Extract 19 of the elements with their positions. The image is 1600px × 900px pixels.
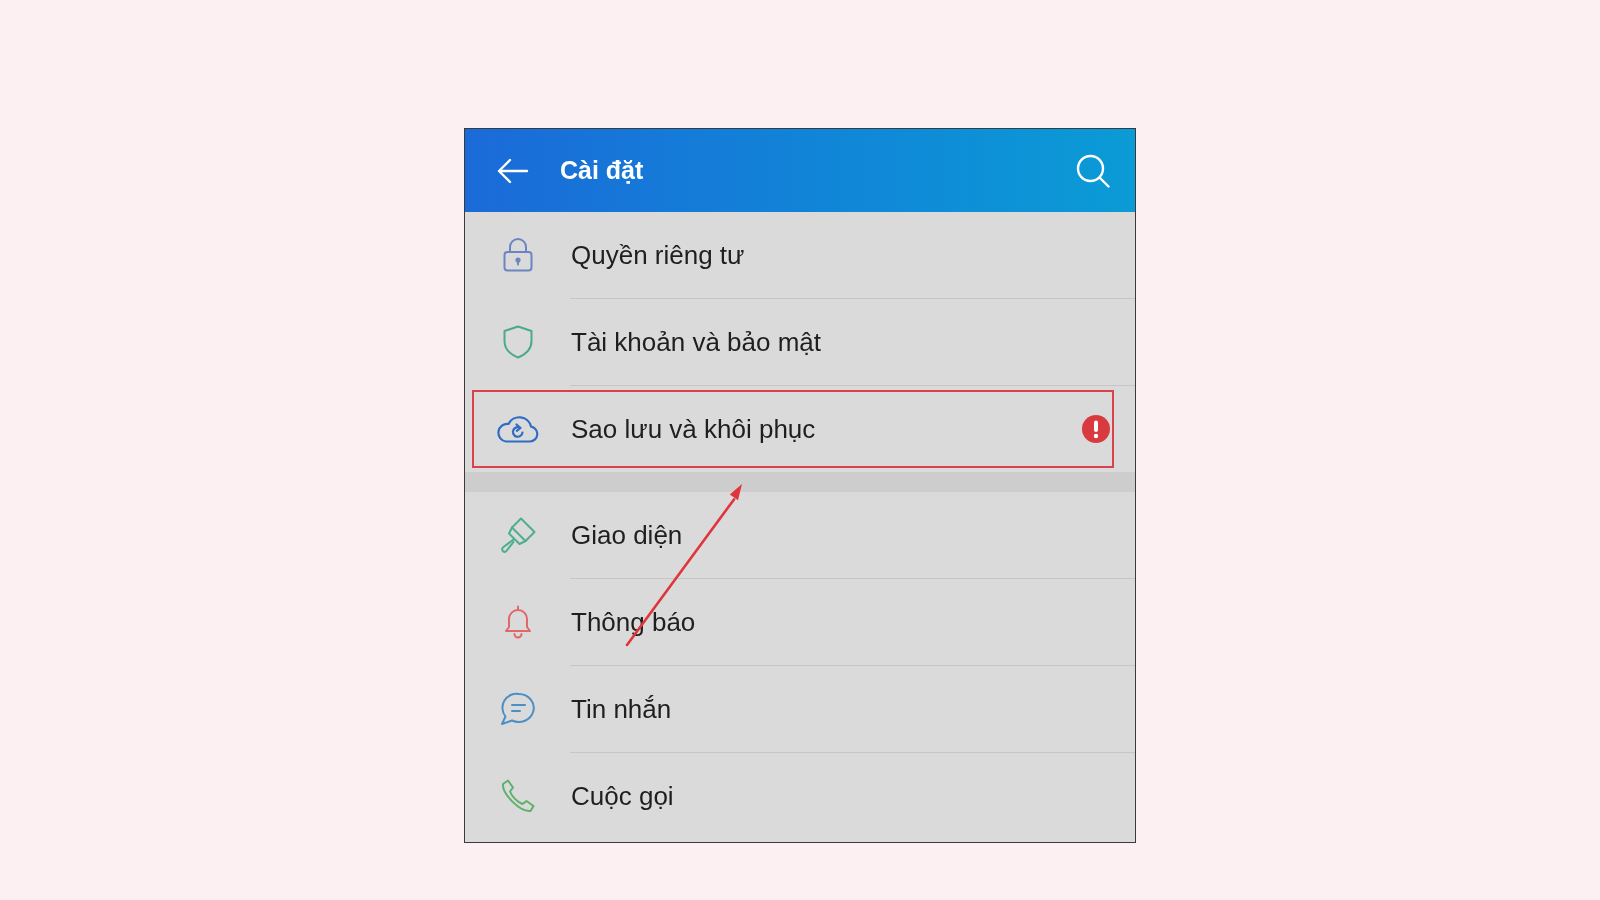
search-icon: [1076, 153, 1110, 188]
shield-icon: [503, 325, 533, 359]
settings-item[interactable]: Tài khoản và bảo mật: [472, 303, 1114, 381]
search-button[interactable]: [1076, 153, 1110, 188]
settings-item[interactable]: Giao diện: [472, 496, 1114, 574]
settings-item[interactable]: Thông báo: [472, 583, 1114, 661]
settings-item[interactable]: Cuộc gọi: [472, 757, 1114, 835]
phone-icon: [501, 779, 535, 813]
back-button[interactable]: [497, 157, 529, 184]
settings-item[interactable]: Quyền riêng tư: [472, 216, 1114, 294]
back-arrow-icon: [497, 157, 529, 184]
settings-item[interactable]: Sao lưu và khôi phục: [472, 390, 1114, 468]
lock-icon: [503, 238, 533, 272]
chat-bubble-icon: [500, 692, 536, 726]
screen-title: Cài đặt: [560, 154, 644, 186]
bell-icon: [503, 605, 533, 639]
cloud-sync-icon: [497, 415, 539, 443]
paintbrush-icon: [500, 517, 536, 553]
settings-item[interactable]: Tin nhắn: [472, 670, 1114, 748]
